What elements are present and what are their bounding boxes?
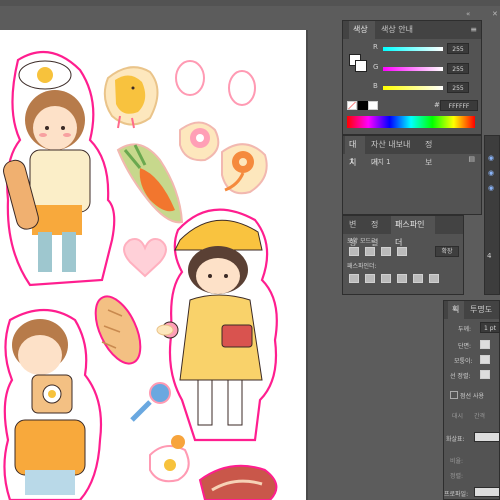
minus-front-icon[interactable] bbox=[365, 247, 375, 256]
heart-sticker bbox=[123, 238, 167, 278]
hex-prefix: # bbox=[434, 101, 440, 109]
black-swatch[interactable] bbox=[358, 101, 368, 110]
artboard-panel-tabs: 대지 자산 내보내기 정보 bbox=[343, 136, 481, 167]
stroke-panel-tabs: 획 투명도 bbox=[444, 301, 499, 319]
intersect-icon[interactable] bbox=[381, 247, 391, 256]
layers-strip: ◉ ◉ ◉ 4 bbox=[484, 135, 500, 295]
r-value-field[interactable]: 255 bbox=[447, 43, 469, 54]
dashed-line-label: 점선 사용 bbox=[460, 393, 484, 400]
hex-field[interactable]: FFFFFF bbox=[440, 100, 478, 111]
eye-icon[interactable]: ◉ bbox=[488, 154, 494, 162]
b-value-field[interactable]: 255 bbox=[447, 82, 469, 93]
sticker-sheet-illustration[interactable]: .ol { fill:#fff; stroke:#ff1e8f; stroke-… bbox=[0, 30, 306, 500]
white-swatch[interactable] bbox=[368, 101, 378, 110]
shape-mode-label: 모양 모드: bbox=[347, 238, 374, 245]
tab-color[interactable]: 색상 bbox=[349, 21, 375, 39]
gap-label: 간격 bbox=[474, 413, 486, 420]
g-value-field[interactable]: 255 bbox=[447, 63, 469, 74]
unite-icon[interactable] bbox=[349, 247, 359, 256]
g-slider[interactable] bbox=[383, 67, 443, 71]
b-slider[interactable] bbox=[383, 86, 443, 90]
channel-label-r: R bbox=[373, 43, 378, 51]
layer-count: 4 bbox=[487, 252, 492, 260]
pathfinder-panel: 변형 정렬 패스파인더 모양 모드: 확장 패스파인더: bbox=[342, 215, 464, 295]
dash-label: 대시 bbox=[452, 413, 464, 420]
eye-icon[interactable]: ◉ bbox=[488, 169, 494, 177]
artboard-row-index: 1 bbox=[350, 157, 355, 165]
channel-label-b: B bbox=[373, 82, 378, 90]
artboard-panel: 대지 자산 내보내기 정보 1 대지 1 ▤ bbox=[342, 135, 482, 215]
tab-align[interactable]: 정렬 bbox=[367, 216, 389, 247]
tab-artboards[interactable]: 대지 bbox=[345, 136, 365, 167]
color-panel-tabs: 색상 색상 안내 ≡ bbox=[343, 21, 481, 39]
arrow-align-label: 정렬: bbox=[450, 473, 464, 480]
flower-sticker-orange bbox=[221, 143, 268, 195]
top-edge bbox=[0, 0, 500, 6]
fried-egg-sticker bbox=[149, 435, 190, 483]
channel-label-g: G bbox=[373, 63, 379, 71]
corner-miter-icon[interactable] bbox=[480, 355, 490, 364]
chick-sticker bbox=[103, 66, 159, 129]
egg-sticker-1 bbox=[175, 60, 205, 96]
stroke-swatch[interactable] bbox=[355, 60, 367, 72]
artboard-edge bbox=[306, 30, 308, 500]
arrowhead-label: 화살표: bbox=[446, 436, 465, 443]
dashed-line-checkbox[interactable] bbox=[450, 391, 458, 399]
align-stroke-label: 선 정렬: bbox=[450, 373, 471, 380]
merge-icon[interactable] bbox=[381, 274, 391, 283]
small-bread-sticker bbox=[156, 324, 174, 336]
eye-icon[interactable]: ◉ bbox=[488, 184, 494, 192]
pathfinder-label: 패스파인더: bbox=[347, 263, 377, 270]
pathfinder-panel-tabs: 변형 정렬 패스파인더 bbox=[343, 216, 463, 247]
collapse-panels-icon[interactable]: « bbox=[466, 10, 470, 18]
tab-transform[interactable]: 변형 bbox=[345, 216, 365, 247]
bacon-sticker bbox=[198, 464, 278, 500]
outline-icon[interactable] bbox=[413, 274, 423, 283]
profile-label: 프로파일: bbox=[444, 491, 469, 498]
weight-label: 두께: bbox=[458, 326, 472, 333]
girl-sticker bbox=[161, 208, 278, 442]
fork-sticker bbox=[130, 382, 171, 422]
crop-icon[interactable] bbox=[397, 274, 407, 283]
boy-toast-sticker bbox=[3, 309, 103, 500]
arrowhead-select[interactable] bbox=[474, 432, 500, 442]
tab-color-guide[interactable]: 색상 안내 bbox=[377, 21, 419, 39]
boy-egg-hat-sticker bbox=[3, 50, 116, 287]
tab-asset-export[interactable]: 자산 내보내기 bbox=[367, 136, 421, 167]
corner-label: 모퉁이: bbox=[454, 358, 473, 365]
cap-label: 단면: bbox=[458, 343, 472, 350]
tab-info[interactable]: 정보 bbox=[421, 136, 443, 167]
tab-transparency[interactable]: 투명도 bbox=[466, 301, 500, 319]
artboard-row-name[interactable]: 대지 1 bbox=[371, 157, 391, 167]
tab-pathfinder[interactable]: 패스파인더 bbox=[391, 216, 435, 247]
panel-menu-icon[interactable]: ≡ bbox=[470, 25, 477, 34]
stroke-panel: 획 투명도 두께: 1 pt 단면: 모퉁이: 선 정렬: 점선 사용 대시 간… bbox=[443, 300, 500, 500]
color-spectrum[interactable] bbox=[347, 116, 475, 128]
carrot-sticker bbox=[116, 143, 184, 224]
expand-button[interactable]: 확장 bbox=[435, 246, 459, 257]
flower-sticker-pink bbox=[179, 121, 220, 162]
r-slider[interactable] bbox=[383, 47, 443, 51]
cap-butt-icon[interactable] bbox=[480, 340, 490, 349]
weight-field[interactable]: 1 pt bbox=[480, 322, 500, 333]
tab-stroke[interactable]: 획 bbox=[448, 301, 464, 319]
trim-icon[interactable] bbox=[365, 274, 375, 283]
bread-sticker bbox=[94, 295, 142, 365]
none-swatch-icon[interactable] bbox=[347, 101, 357, 110]
close-panel-icon[interactable]: ✕ bbox=[492, 10, 498, 18]
scale-label: 비율: bbox=[450, 458, 464, 465]
artboard-options-icon[interactable]: ▤ bbox=[468, 155, 475, 163]
divide-icon[interactable] bbox=[349, 274, 359, 283]
exclude-icon[interactable] bbox=[397, 247, 407, 256]
egg-sticker-2 bbox=[228, 70, 256, 106]
minus-back-icon[interactable] bbox=[429, 274, 439, 283]
align-center-icon[interactable] bbox=[480, 370, 490, 379]
color-panel: 색상 색상 안내 ≡ R 255 G 255 B 255 # FFFFFF bbox=[342, 20, 482, 135]
profile-select[interactable] bbox=[474, 487, 500, 497]
